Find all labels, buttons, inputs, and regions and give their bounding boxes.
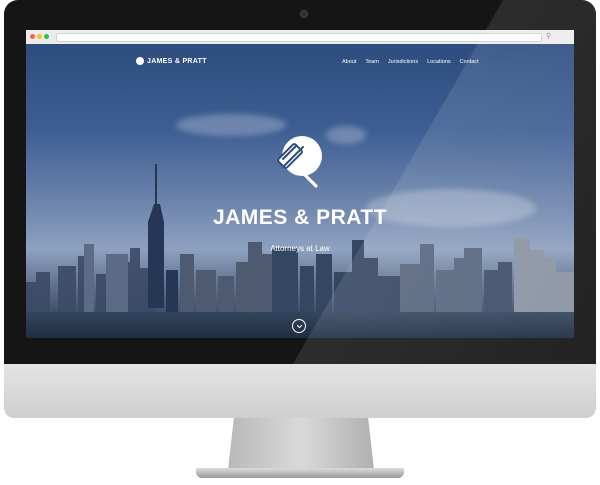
maximize-window-button[interactable] xyxy=(44,34,49,39)
nav-locations[interactable]: Locations xyxy=(427,59,451,65)
brand-link[interactable]: JAMES & PRATT xyxy=(136,57,207,65)
monitor-stand-base xyxy=(196,468,404,478)
gavel-logo-icon xyxy=(136,57,144,65)
scroll-down-button[interactable] xyxy=(292,319,306,333)
monitor-screen: ⚲ JAMES & PRATT About Team Jurisdictions… xyxy=(26,30,574,338)
main-nav: About Team Jurisdictions Locations Conta… xyxy=(342,59,479,65)
camera-icon xyxy=(300,10,308,18)
monitor-stand-neck xyxy=(228,418,374,470)
browser-toolbar: ⚲ xyxy=(26,30,574,45)
city-skyline-image xyxy=(26,164,574,314)
website-viewport: JAMES & PRATT About Team Jurisdictions L… xyxy=(26,44,574,338)
gavel-icon xyxy=(277,136,322,188)
close-window-button[interactable] xyxy=(30,34,35,39)
nav-contact[interactable]: Contact xyxy=(460,59,479,65)
nav-about[interactable]: About xyxy=(342,59,356,65)
search-icon[interactable]: ⚲ xyxy=(546,32,551,42)
address-bar[interactable] xyxy=(56,33,542,42)
chevron-down-icon xyxy=(296,324,302,328)
brand-name: JAMES & PRATT xyxy=(147,57,207,65)
nav-team[interactable]: Team xyxy=(365,59,378,65)
minimize-window-button[interactable] xyxy=(37,34,42,39)
hero-subtitle: Attorneys at Law xyxy=(270,244,330,253)
monitor-chin xyxy=(4,364,596,418)
nav-jurisdictions[interactable]: Jurisdictions xyxy=(388,59,418,65)
hero-title: JAMES & PRATT xyxy=(212,206,388,229)
imac-mockup: ⚲ JAMES & PRATT About Team Jurisdictions… xyxy=(0,0,600,485)
